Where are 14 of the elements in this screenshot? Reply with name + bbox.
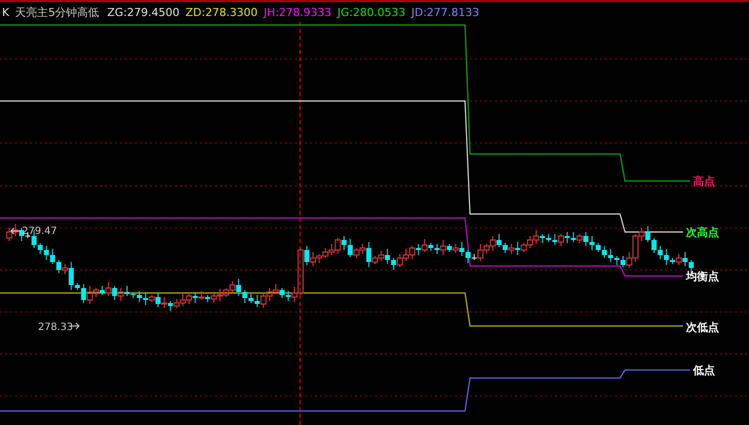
indicator-value: ZD:278.3300 xyxy=(185,6,258,18)
indicator-value: JH:278.9333 xyxy=(264,6,332,18)
level-label: 均衡点 xyxy=(686,270,719,283)
indicator-value: JD:277.8133 xyxy=(411,6,480,18)
arrow-icon xyxy=(10,228,22,234)
level-label: 次高点 xyxy=(686,226,719,239)
indicator-value: JG:280.0533 xyxy=(337,6,406,18)
level-label: 低点 xyxy=(693,364,715,377)
min-price-label: 278.33 xyxy=(38,322,73,333)
indicator-title: 天亮主5分钟高低 xyxy=(15,4,100,20)
level-label: 次低点 xyxy=(686,321,719,334)
level-label: 高点 xyxy=(693,175,715,188)
period-label: K xyxy=(2,6,10,18)
indicator-value: ZG:279.4500 xyxy=(107,6,180,18)
